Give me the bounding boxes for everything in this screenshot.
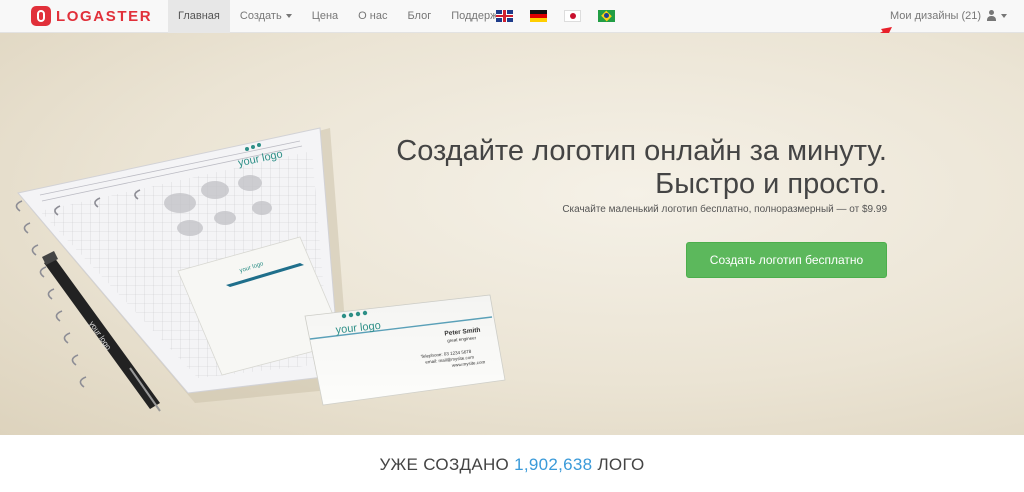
nav-item-label: Создать (239, 10, 282, 22)
main-nav: Главная Создать Цена О нас Блог Поддержк… (168, 0, 519, 33)
uk-flag-icon[interactable] (496, 10, 513, 22)
nav-item-label: Главная (178, 10, 220, 22)
nav-item-create[interactable]: Создать (230, 0, 302, 33)
language-switcher (496, 10, 615, 22)
nav-item-pricing[interactable]: Цена (302, 0, 348, 33)
counter-prefix: УЖЕ СОЗДАНО (379, 455, 510, 474)
germany-flag-icon[interactable] (530, 10, 547, 22)
create-logo-free-button[interactable]: Создать логотип бесплатно (686, 242, 887, 278)
nav-item-home[interactable]: Главная (168, 0, 230, 33)
logos-created-counter: УЖЕ СОЗДАНО 1,902,638 ЛОГО (0, 455, 1024, 475)
user-icon (986, 10, 997, 22)
hero-title-line1: Создайте логотип онлайн за минуту. (396, 135, 887, 167)
brazil-flag-icon[interactable] (598, 10, 615, 22)
japan-flag-icon[interactable] (564, 10, 581, 22)
my-designs-link[interactable]: Мои дизайны (21) (890, 0, 981, 33)
brand-name: LOGASTER (56, 7, 153, 25)
hero-section: your logo your logo your logo your logo … (0, 33, 1024, 435)
counter-number: 1,902,638 (514, 455, 593, 474)
nav-item-about[interactable]: О нас (348, 0, 397, 33)
chevron-down-icon (285, 14, 292, 19)
nav-item-blog[interactable]: Блог (397, 0, 441, 33)
nav-item-label: О нас (358, 10, 388, 22)
stationery-mockup-image: your logo your logo your logo your logo … (15, 127, 506, 412)
nav-item-label: Блог (407, 10, 432, 22)
hero-title-line2: Быстро и просто. (655, 168, 887, 200)
logaster-logo-icon (31, 6, 51, 26)
hero-subtitle: Скачайте маленький логотип бесплатно, по… (562, 204, 887, 215)
chevron-down-icon (1001, 14, 1007, 18)
brand-logo[interactable]: LOGASTER (31, 6, 152, 26)
counter-suffix: ЛОГО (597, 455, 645, 474)
user-menu[interactable] (986, 10, 1007, 22)
nav-item-label: Цена (311, 10, 339, 22)
hero-title: Создайте логотип онлайн за минуту. Быстр… (396, 135, 887, 201)
